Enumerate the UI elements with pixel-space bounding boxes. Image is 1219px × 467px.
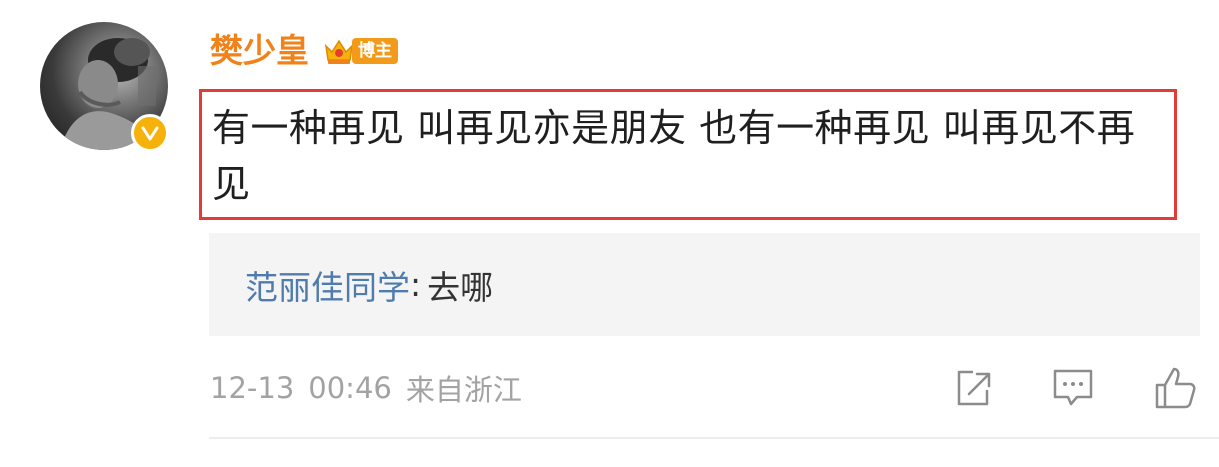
comment-source: 来自浙江: [405, 373, 522, 407]
action-bar: [948, 363, 1200, 413]
like-icon: [1155, 367, 1196, 409]
reply-separator: :: [410, 265, 422, 304]
reply-text: 去哪: [427, 267, 494, 307]
comment-header: 樊少皇 博主: [210, 28, 398, 74]
comment-icon: [1053, 369, 1093, 406]
reply-preview[interactable]: 范丽佳同学 : 去哪: [209, 233, 1200, 336]
comment-date: 12-13: [210, 371, 295, 405]
blogger-badge: 博主: [323, 36, 398, 66]
comment-content-highlight: 有一种再见 叫再见亦是朋友 也有一种再见 叫再见不再见: [199, 89, 1177, 220]
comment-text: 有一种再见 叫再见亦是朋友 也有一种再见 叫再见不再见: [212, 106, 1136, 206]
verified-icon: [131, 114, 169, 152]
author-avatar-container[interactable]: [40, 22, 170, 152]
crown-icon: [324, 39, 354, 64]
comment-time: 00:46: [308, 371, 392, 405]
author-name[interactable]: 樊少皇: [210, 28, 309, 74]
like-button[interactable]: [1150, 363, 1200, 413]
reply-author[interactable]: 范丽佳同学: [245, 261, 410, 309]
share-icon: [957, 370, 991, 406]
badge-label: 博主: [352, 38, 398, 64]
bottom-divider: [209, 437, 1219, 439]
share-button[interactable]: [948, 363, 998, 413]
comment-footer: 12-13 00:46 来自浙江: [210, 363, 1200, 413]
comment-button[interactable]: [1048, 363, 1098, 413]
